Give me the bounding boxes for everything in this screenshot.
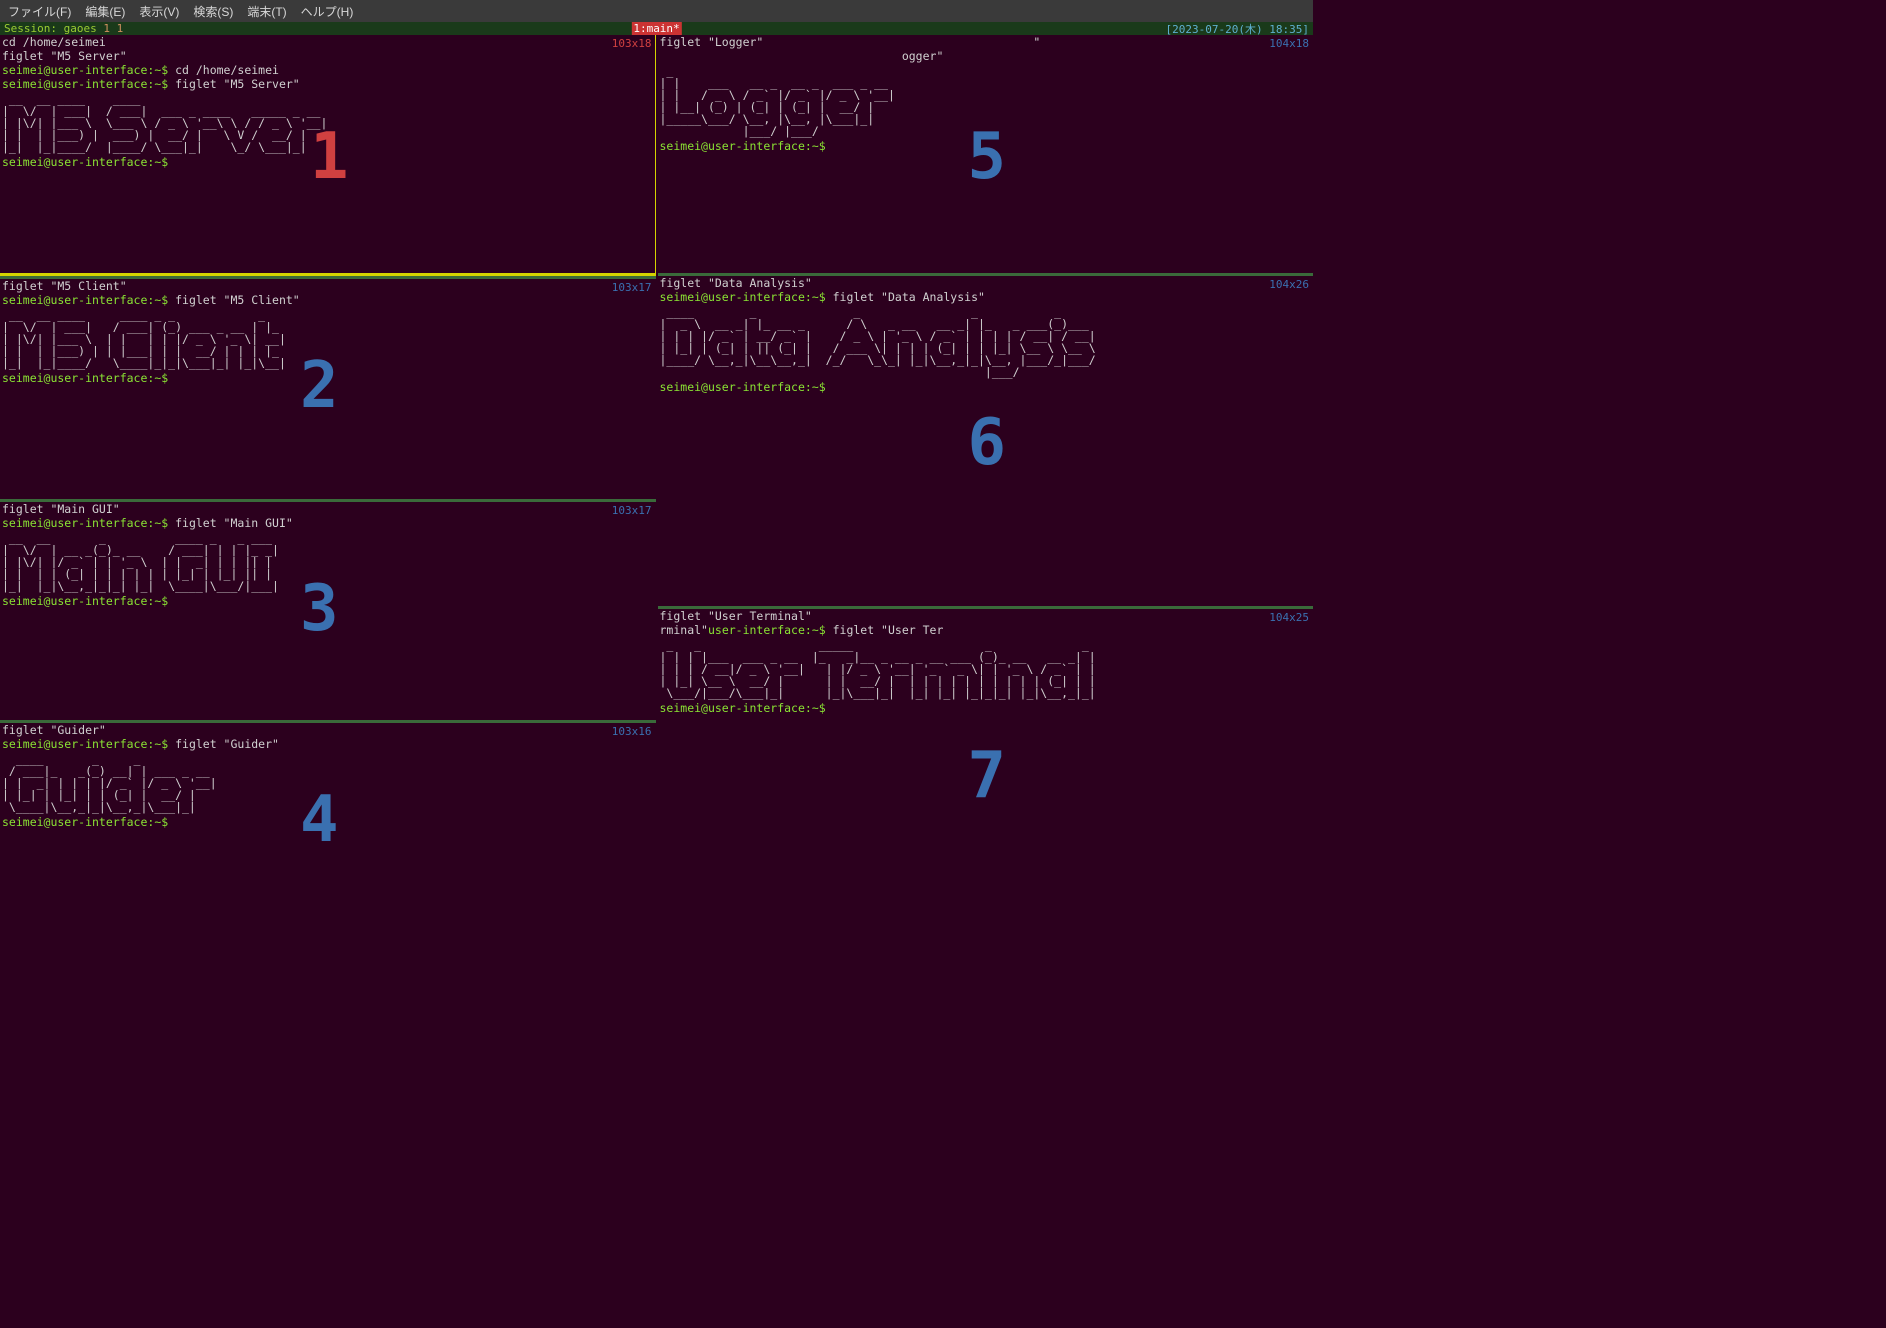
menu-edit[interactable]: 編集(E)	[85, 3, 125, 20]
pane-2-line1: figlet "M5 Client"	[2, 279, 654, 293]
pane-4-number: 4	[300, 783, 339, 857]
pane-6-dim: 104x26	[1269, 278, 1309, 291]
session-nums: 1 1	[97, 22, 124, 35]
pane-2-prompt1: seimei@user-interface:~$ figlet "M5 Clie…	[2, 293, 654, 307]
pane-1-prompt2: seimei@user-interface:~$ figlet "M5 Serv…	[2, 77, 654, 91]
pane-6[interactable]: 104x26 figlet "Data Analysis" seimei@use…	[658, 276, 1314, 606]
pane-7-line1: figlet "User Terminal"	[660, 609, 1312, 623]
pane-1-line2: figlet "M5 Server"	[2, 49, 654, 63]
pane-4-prompt1: seimei@user-interface:~$ figlet "Guider"	[2, 737, 654, 751]
pane-1-dim: 103x18	[612, 37, 652, 50]
pane-5-dim: 104x18	[1269, 37, 1309, 50]
pane-1-prompt1: seimei@user-interface:~$ cd /home/seimei	[2, 63, 654, 77]
active-vert-divider	[655, 35, 656, 273]
pane-5-number: 5	[968, 120, 1007, 194]
pane-4[interactable]: 103x16 figlet "Guider" seimei@user-inter…	[0, 723, 656, 924]
pane-7-prompt2: seimei@user-interface:~$	[660, 701, 1312, 715]
pane-5[interactable]: 104x18 figlet "Logger" " ogger" _ | | __…	[658, 35, 1314, 273]
pane-1-line1: cd /home/seimei	[2, 35, 654, 49]
menubar: ファイル(F) 編集(E) 表示(V) 検索(S) 端末(T) ヘルプ(H)	[0, 0, 1313, 22]
pane-7-ascii: _ _ _____ _ _ | | | |___ ___ _ __ |_ _|_…	[660, 639, 1312, 699]
statusbar-left: Session: gaoes 1 1	[4, 22, 123, 35]
menu-file[interactable]: ファイル(F)	[8, 3, 71, 20]
pane-7[interactable]: 104x25 figlet "User Terminal" rminal"use…	[658, 609, 1314, 924]
session-label: Session:	[4, 22, 64, 35]
pane-6-prompt2: seimei@user-interface:~$	[660, 380, 1312, 394]
pane-7-number: 7	[968, 739, 1007, 813]
pane-3-dim: 103x17	[612, 504, 652, 517]
pane-2[interactable]: 103x17 figlet "M5 Client" seimei@user-in…	[0, 279, 656, 499]
pane-4-line1: figlet "Guider"	[2, 723, 654, 737]
pane-7-prompt1: rminal"user-interface:~$ figlet "User Te…	[660, 623, 1312, 637]
pane-5-line1: figlet "Logger" "	[660, 35, 1312, 49]
pane-1-number: 1	[310, 120, 349, 194]
pane-2-number: 2	[300, 349, 339, 423]
menu-help[interactable]: ヘルプ(H)	[301, 3, 354, 20]
pane-3-prompt1: seimei@user-interface:~$ figlet "Main GU…	[2, 516, 654, 530]
pane-1[interactable]: 103x18 cd /home/seimei figlet "M5 Server…	[0, 35, 656, 273]
tmux-grid: 103x18 cd /home/seimei figlet "M5 Server…	[0, 35, 1313, 924]
pane-6-ascii: ____ _ _ _ _ | _ \ __ _| |_ __ _ / \ _ _…	[660, 306, 1312, 378]
pane-6-line1: figlet "Data Analysis"	[660, 276, 1312, 290]
pane-3[interactable]: 103x17 figlet "Main GUI" seimei@user-int…	[0, 502, 656, 720]
tmux-statusbar: Session: gaoes 1 1 1:main* [2023-07-20(木…	[0, 22, 1313, 35]
pane-6-prompt1: seimei@user-interface:~$ figlet "Data An…	[660, 290, 1312, 304]
menu-view[interactable]: 表示(V)	[139, 3, 179, 20]
pane-2-dim: 103x17	[612, 281, 652, 294]
pane-3-line1: figlet "Main GUI"	[2, 502, 654, 516]
pane-5-line2: ogger"	[660, 49, 1312, 63]
menu-search[interactable]: 検索(S)	[193, 3, 233, 20]
menu-terminal[interactable]: 端末(T)	[247, 3, 286, 20]
session-name: gaoes	[64, 22, 97, 35]
statusbar-window[interactable]: 1:main*	[631, 22, 681, 35]
left-column: 103x18 cd /home/seimei figlet "M5 Server…	[0, 35, 658, 924]
pane-3-number: 3	[300, 572, 339, 646]
pane-6-number: 6	[968, 406, 1007, 480]
right-column: 104x18 figlet "Logger" " ogger" _ | | __…	[658, 35, 1314, 924]
pane-7-dim: 104x25	[1269, 611, 1309, 624]
pane-4-dim: 103x16	[612, 725, 652, 738]
